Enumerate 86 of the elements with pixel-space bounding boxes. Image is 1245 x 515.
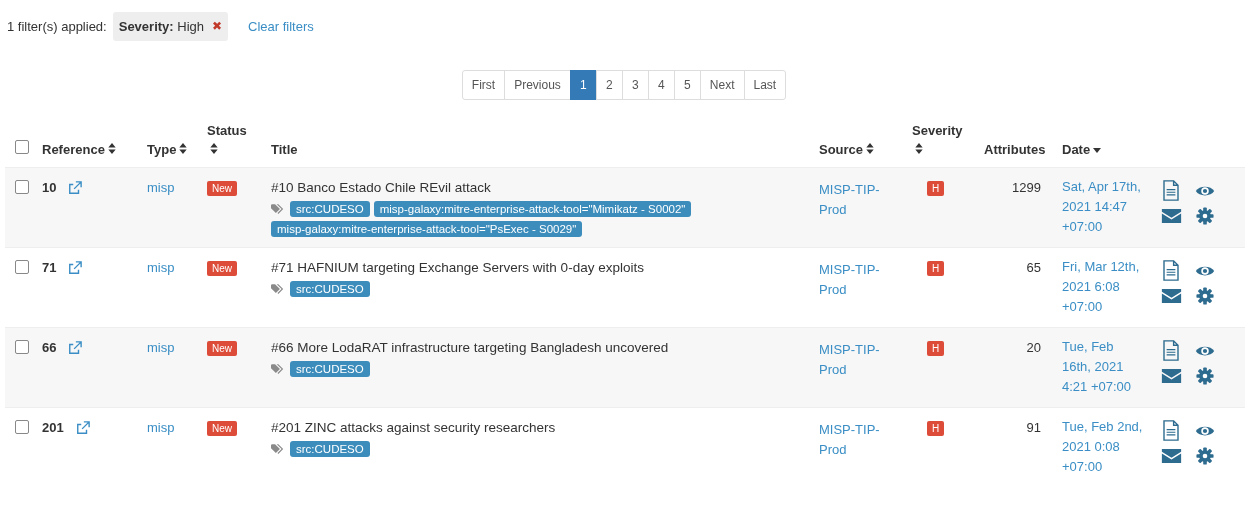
envelope-icon[interactable]: [1160, 368, 1182, 384]
envelope-icon[interactable]: [1160, 288, 1182, 304]
page-button[interactable]: Previous: [504, 70, 571, 100]
tags-icon: [271, 204, 284, 214]
source-link[interactable]: MISP-TIP-Prod: [819, 260, 893, 300]
severity-badge: H: [927, 421, 945, 436]
column-header[interactable]: Severity: [912, 123, 978, 138]
external-link-icon[interactable]: [68, 340, 83, 355]
tag-label[interactable]: src:CUDESO: [290, 361, 370, 377]
row-checkbox[interactable]: [15, 180, 29, 194]
filter-summary: 1 filter(s) applied:: [7, 18, 107, 34]
date-link[interactable]: Fri, Mar 12th, 2021 6:08 +07:00: [1062, 257, 1146, 317]
page-button[interactable]: Next: [699, 70, 745, 100]
case-title: #201 ZINC attacks against security researchers: [271, 420, 557, 435]
attribute-count: 91: [1026, 420, 1041, 435]
reference-number: 66: [42, 340, 57, 355]
severity-badge: H: [927, 341, 945, 356]
status-badge: New: [207, 181, 237, 196]
type-link[interactable]: misp: [147, 260, 175, 275]
column-header[interactable]: Date: [1062, 142, 1091, 157]
page-button[interactable]: 4: [647, 70, 675, 100]
attribute-count: 65: [1026, 260, 1041, 275]
select-all-checkbox[interactable]: [15, 140, 29, 154]
source-link[interactable]: MISP-TIP-Prod: [819, 420, 893, 460]
page-button[interactable]: 5: [673, 70, 701, 100]
sort-icon[interactable]: [866, 143, 875, 154]
sort-icon[interactable]: [107, 143, 116, 154]
page-button[interactable]: Last: [743, 70, 787, 100]
page-button[interactable]: First: [461, 70, 506, 100]
tags-icon: [271, 364, 284, 374]
sort-descending-icon[interactable]: [1093, 148, 1102, 154]
external-link-icon[interactable]: [68, 260, 83, 275]
remove-filter-button[interactable]: ✖: [212, 19, 222, 33]
tag-label[interactable]: misp-galaxy:mitre-enterprise-attack-tool="Mimikatz - S0002": [373, 201, 692, 217]
document-icon[interactable]: [1162, 180, 1180, 201]
row-checkbox[interactable]: [15, 340, 29, 354]
case-title: #66 More LodaRAT infrastructure targeting Bangladesh uncovered: [271, 340, 670, 355]
case-title: #10 Banco Estado Chile REvil attack: [271, 180, 492, 195]
sort-icon[interactable]: [179, 143, 188, 154]
tag-label[interactable]: misp-galaxy:mitre-enterprise-attack-tool="PsExec - S0029": [271, 221, 583, 237]
column-header[interactable]: Source: [819, 142, 864, 157]
filter-chip: Severity: High ✖: [112, 11, 228, 41]
clear-filters-link[interactable]: Clear filters: [248, 18, 314, 34]
reference-number: 10: [42, 180, 57, 195]
reference-number: 201: [42, 420, 64, 435]
type-link[interactable]: misp: [147, 180, 175, 195]
envelope-icon[interactable]: [1160, 448, 1182, 464]
sort-icon[interactable]: [210, 143, 218, 154]
envelope-icon[interactable]: [1160, 208, 1182, 224]
document-icon[interactable]: [1162, 340, 1180, 361]
status-badge: New: [207, 341, 237, 356]
tag-label[interactable]: src:CUDESO: [290, 441, 370, 457]
document-icon[interactable]: [1162, 420, 1180, 441]
external-link-icon[interactable]: [68, 180, 83, 195]
attribute-count: 1299: [1012, 180, 1041, 195]
settings-icon[interactable]: [1196, 207, 1214, 225]
column-header[interactable]: Attributes: [984, 142, 1046, 157]
type-link[interactable]: misp: [147, 340, 175, 355]
tags-icon: [271, 284, 284, 294]
external-link-icon[interactable]: [75, 420, 90, 435]
date-link[interactable]: Tue, Feb 2nd, 2021 0:08 +07:00: [1062, 417, 1146, 477]
status-badge: New: [207, 261, 237, 276]
column-header[interactable]: Reference: [42, 142, 105, 157]
type-link[interactable]: misp: [147, 420, 175, 435]
column-header[interactable]: Title: [271, 142, 298, 157]
document-icon[interactable]: [1162, 260, 1180, 281]
page-button[interactable]: 1: [569, 70, 597, 100]
column-header[interactable]: Type: [147, 142, 177, 157]
tag-label[interactable]: src:CUDESO: [290, 281, 370, 297]
page-button[interactable]: 2: [595, 70, 623, 100]
tags-icon: [271, 444, 284, 454]
status-badge: New: [207, 421, 237, 436]
reference-number: 71: [42, 260, 57, 275]
settings-icon[interactable]: [1196, 447, 1214, 465]
severity-badge: H: [927, 261, 945, 276]
settings-icon[interactable]: [1196, 367, 1214, 385]
severity-badge: H: [927, 181, 945, 196]
sort-icon[interactable]: [915, 143, 923, 154]
row-checkbox[interactable]: [15, 420, 29, 434]
settings-icon[interactable]: [1196, 287, 1214, 305]
column-header[interactable]: Status: [207, 123, 265, 138]
page-button[interactable]: 3: [621, 70, 649, 100]
attribute-count: 20: [1026, 340, 1041, 355]
row-checkbox[interactable]: [15, 260, 29, 274]
tag-label[interactable]: src:CUDESO: [290, 201, 370, 217]
case-title: #71 HAFNIUM targeting Exchange Servers with 0-day exploits: [271, 260, 645, 275]
